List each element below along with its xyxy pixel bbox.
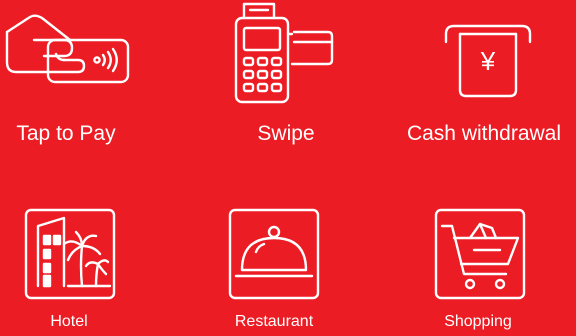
shopping-label: Shopping [444,313,512,330]
restaurant-label: Restaurant [234,313,314,330]
tap-to-pay-label: Tap to Pay [16,122,116,145]
restaurant-cloche-icon [228,208,320,300]
contactless-card-icon [4,14,132,84]
card-terminal-icon [232,2,342,106]
cash-withdrawal-label: Cash withdrawal [406,122,562,145]
swipe-label: Swipe [257,122,315,145]
shopping-cart-icon [434,208,526,300]
hotel-label: Hotel [50,313,88,330]
hotel-icon [24,208,116,300]
yuan-symbol: ¥ [480,46,496,76]
